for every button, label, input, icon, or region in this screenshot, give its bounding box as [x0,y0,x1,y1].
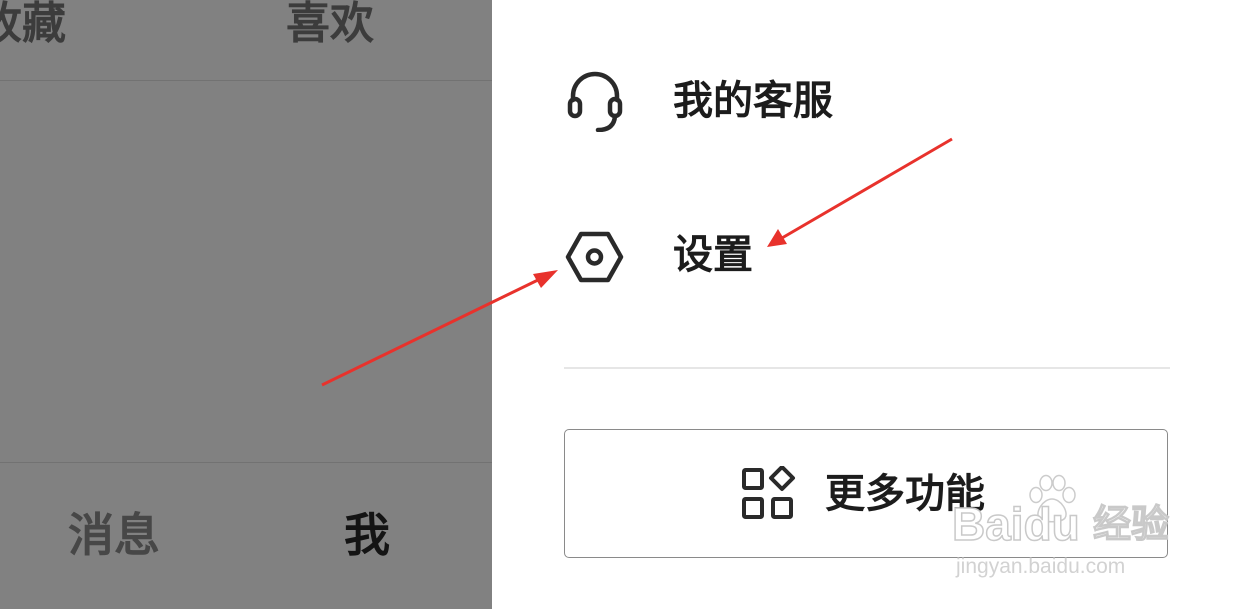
more-features-button[interactable]: 更多功能 [564,429,1168,558]
bottom-nav-divider [0,462,492,463]
customer-service-label: 我的客服 [673,78,833,124]
likes-tab: 喜欢 [286,0,374,49]
settings-label: 设置 [673,232,753,278]
menu-item-settings[interactable]: 设置 [564,220,1164,290]
hexagon-gear-icon [565,231,624,283]
top-tab-divider [0,80,492,81]
menu-item-customer-service[interactable]: 我的客服 [564,66,1164,136]
menu-divider [564,367,1170,369]
more-features-label: 更多功能 [825,471,985,517]
dimmed-background-panel[interactable]: 收藏 喜欢 消息 我 [0,0,492,609]
apps-grid-icon [742,466,795,519]
me-nav-tab: 我 [344,508,390,562]
messages-nav-tab: 消息 [68,508,160,562]
favorites-tab: 收藏 [0,0,66,49]
headset-icon [567,71,623,132]
